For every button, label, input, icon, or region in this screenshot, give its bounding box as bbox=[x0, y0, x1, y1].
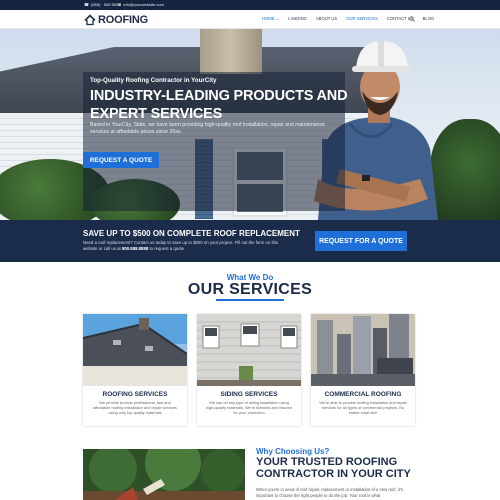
siding-photo bbox=[197, 314, 301, 386]
topbar-email-text: info@yourwebsite.com bbox=[123, 2, 164, 7]
house-roof-icon bbox=[84, 13, 96, 25]
service-card-title: ROOFING SERVICES bbox=[102, 391, 168, 398]
roofing-photo bbox=[83, 314, 187, 386]
hero-description: Based in YourCity, State, we have been p… bbox=[90, 122, 325, 135]
topbar-email[interactable]: ✉ info@yourwebsite.com bbox=[118, 1, 164, 9]
site-header: ROOFING HOME ⌄ LANDING ABOUT US OUR SERV… bbox=[0, 10, 500, 29]
mail-icon: ✉ bbox=[118, 2, 122, 7]
chevron-down-icon: ⌄ bbox=[275, 16, 280, 21]
nav-home[interactable]: HOME ⌄ bbox=[262, 15, 279, 23]
hero-title: INDUSTRY-LEADING PRODUCTS AND EXPERT SER… bbox=[90, 88, 348, 122]
nav-home-label: HOME bbox=[262, 16, 275, 21]
nav-our-services[interactable]: OUR SERVICES bbox=[346, 15, 378, 23]
service-card-text: We can do any type of siding installatio… bbox=[206, 400, 292, 416]
logo-text: ROOFING bbox=[98, 13, 148, 26]
siding-service-image bbox=[197, 314, 301, 386]
service-card-text: We're able to provide roofing installati… bbox=[319, 400, 407, 416]
promo-description: Need a roof replacement? Contact us toda… bbox=[83, 240, 293, 252]
service-card-siding[interactable]: SIDING SERVICES We can do any type of si… bbox=[197, 314, 301, 426]
phone-icon: ☎ bbox=[84, 2, 89, 7]
hero-kicker: Top-Quality Roofing Contractor in YourCi… bbox=[90, 77, 217, 84]
hero-tree bbox=[430, 119, 500, 220]
why-description: When you're in need of roof repair, repl… bbox=[256, 487, 403, 498]
main-nav: HOME ⌄ LANDING ABOUT US OUR SERVICES CON… bbox=[262, 15, 443, 23]
why-kicker: Why Choosing Us? bbox=[256, 447, 330, 456]
services-title-underline bbox=[216, 299, 284, 301]
top-contact-bar: ☎ (555) · 555·5555 ✉ info@yourwebsite.co… bbox=[0, 0, 500, 10]
topbar-phone[interactable]: ☎ (555) · 555·5555 bbox=[84, 1, 121, 9]
why-title: YOUR TRUSTED ROOFING CONTRACTOR IN YOUR … bbox=[256, 456, 411, 480]
request-quote-button[interactable]: REQUEST A QUOTE bbox=[83, 152, 159, 168]
site-logo[interactable]: ROOFING bbox=[84, 12, 148, 27]
commercial-photo bbox=[311, 314, 415, 386]
roofing-service-image bbox=[83, 314, 187, 386]
why-choose-us-image bbox=[83, 449, 245, 500]
service-card-text: We provide provide professional, fast an… bbox=[93, 400, 177, 416]
nav-about-us[interactable]: ABOUT US bbox=[316, 15, 337, 23]
hero-chimney bbox=[200, 29, 262, 74]
request-for-quote-button[interactable]: REQUEST FOR A QUOTE bbox=[315, 231, 407, 251]
promo-band: SAVE UP TO $500 ON COMPLETE ROOF REPLACE… bbox=[0, 220, 500, 262]
promo-title: SAVE UP TO $500 ON COMPLETE ROOF REPLACE… bbox=[83, 229, 300, 238]
commercial-service-image bbox=[311, 314, 415, 386]
service-card-commercial[interactable]: COMMERCIAL ROOFING We're able to provide… bbox=[311, 314, 415, 426]
promo-phone-link[interactable]: 800.888.8888 bbox=[122, 246, 148, 251]
service-card-title: SIDING SERVICES bbox=[220, 391, 278, 398]
service-card-roofing[interactable]: ROOFING SERVICES We provide provide prof… bbox=[83, 314, 187, 426]
nav-landing[interactable]: LANDING bbox=[288, 15, 307, 23]
services-title: OUR SERVICES bbox=[187, 281, 313, 298]
nav-blog[interactable]: BLOG bbox=[423, 15, 435, 23]
why-photo bbox=[83, 449, 245, 500]
service-card-title: COMMERCIAL ROOFING bbox=[324, 391, 402, 398]
search-icon[interactable] bbox=[409, 16, 415, 22]
topbar-phone-text: (555) · 555·5555 bbox=[90, 2, 121, 7]
promo-body-tail: to request a quote bbox=[149, 246, 185, 251]
